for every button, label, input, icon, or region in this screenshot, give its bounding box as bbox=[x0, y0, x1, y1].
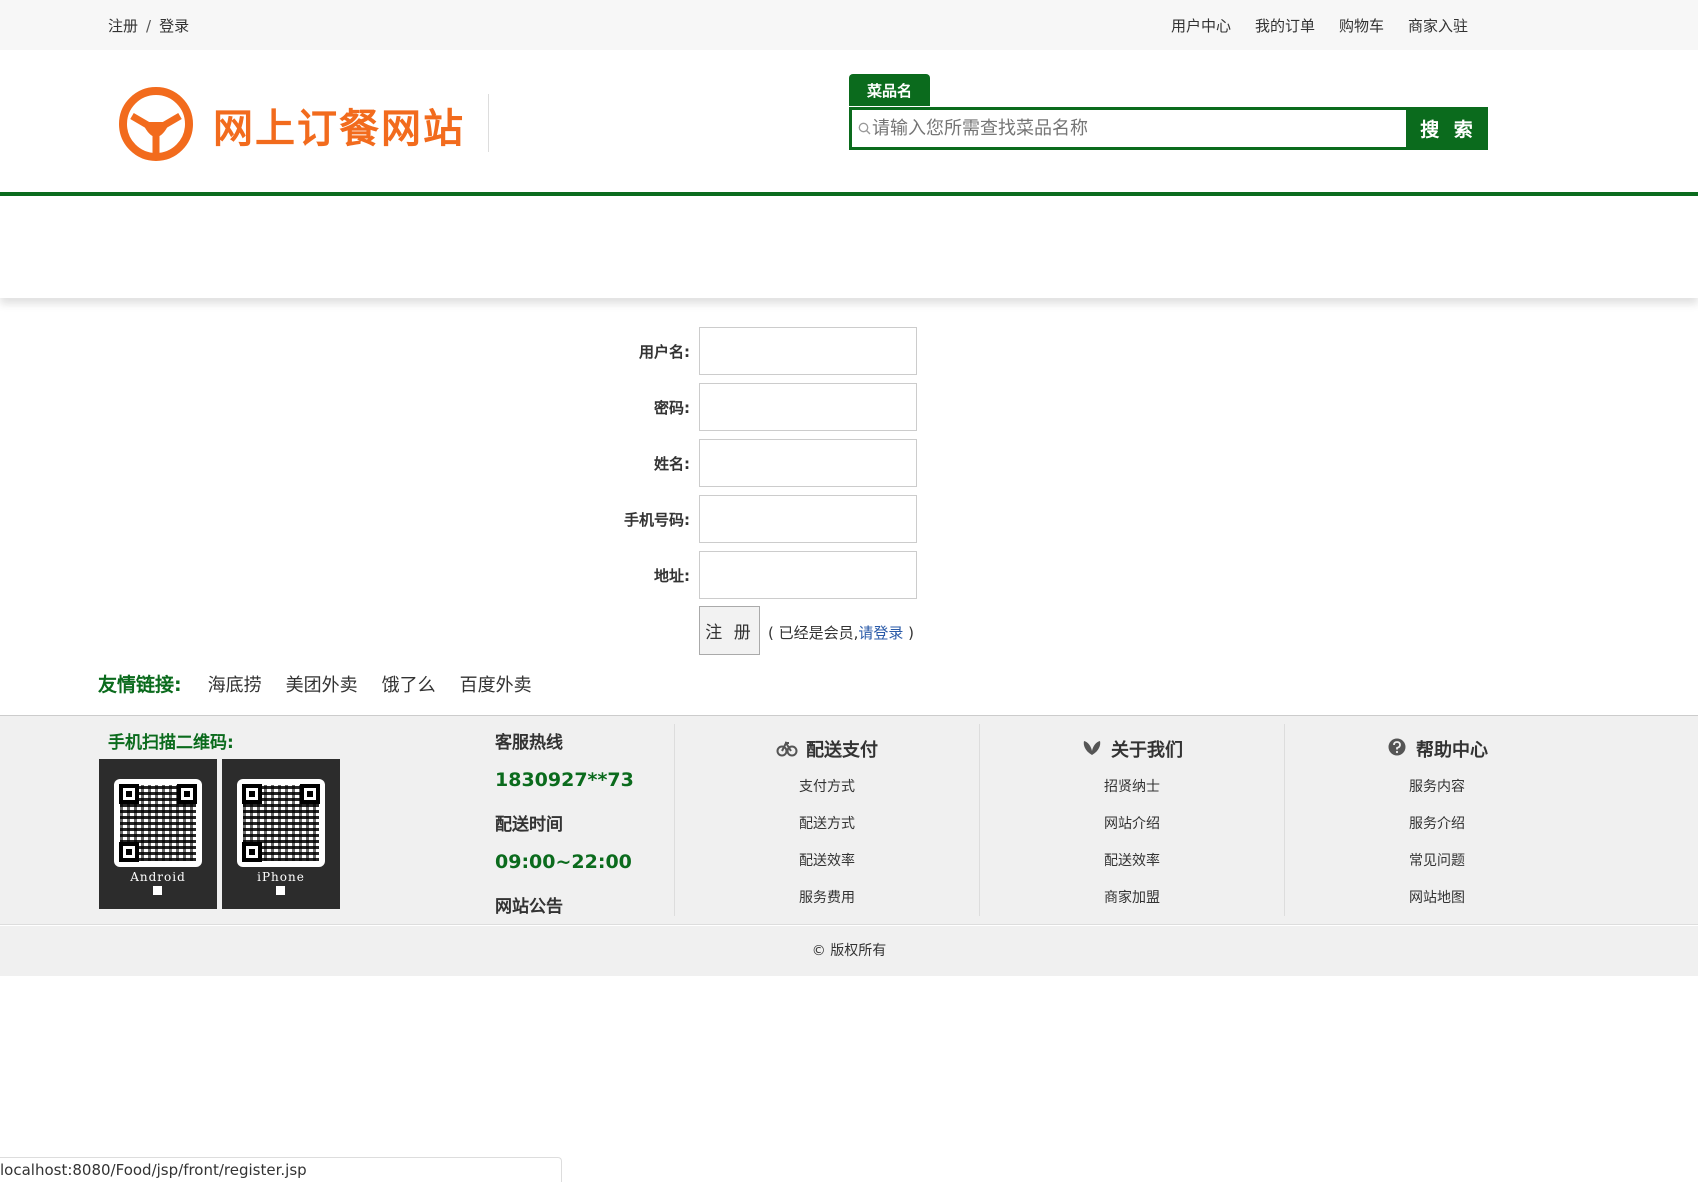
login-hint-suffix: ) bbox=[903, 624, 915, 642]
form-row-phone: 手机号码: bbox=[600, 495, 920, 543]
qr-android: Android bbox=[99, 759, 217, 909]
banner-area bbox=[0, 200, 1698, 298]
login-link[interactable]: 登录 bbox=[159, 17, 189, 35]
footer-link-faq[interactable]: 常见问题 bbox=[1285, 850, 1589, 887]
nav-user-center[interactable]: 用户中心 bbox=[1171, 15, 1231, 36]
address-input[interactable] bbox=[699, 551, 917, 599]
address-label: 地址: bbox=[654, 567, 690, 585]
password-label: 密码: bbox=[654, 399, 690, 417]
qr-android-label: Android bbox=[130, 870, 186, 884]
footer-link-payment-method[interactable]: 支付方式 bbox=[675, 776, 979, 813]
bike-icon bbox=[776, 740, 798, 757]
footer-link-service-content[interactable]: 服务内容 bbox=[1285, 776, 1589, 813]
nav-cart[interactable]: 购物车 bbox=[1339, 15, 1384, 36]
site-logo-icon[interactable] bbox=[118, 86, 194, 162]
search-tab-dish-name[interactable]: 菜品名 bbox=[849, 74, 930, 106]
header-divider bbox=[488, 94, 489, 152]
form-row-address: 地址: bbox=[600, 551, 920, 599]
qr-iphone: iPhone bbox=[222, 759, 340, 909]
footer-col-about-us-title: 关于我们 bbox=[1111, 740, 1183, 761]
password-input[interactable] bbox=[699, 383, 917, 431]
delivery-time-title: 配送时间 bbox=[495, 815, 563, 835]
qr-iphone-marker bbox=[276, 886, 285, 895]
phone-input[interactable] bbox=[699, 495, 917, 543]
friend-link-eleme[interactable]: 饿了么 bbox=[382, 671, 436, 697]
footer-col-about-us: 关于我们 招贤纳士 网站介绍 配送效率 商家加盟 bbox=[979, 724, 1284, 916]
footer-col-help-center: 帮助中心 服务内容 服务介绍 常见问题 网站地图 bbox=[1284, 724, 1589, 916]
footer-link-site-intro[interactable]: 网站介绍 bbox=[980, 813, 1284, 850]
name-label: 姓名: bbox=[654, 455, 690, 473]
qr-android-marker bbox=[153, 886, 162, 895]
top-bar: 注册 / 登录 用户中心 我的订单 购物车 商家入驻 bbox=[0, 0, 1698, 50]
footer-link-sitemap[interactable]: 网站地图 bbox=[1285, 887, 1589, 924]
contact-info: 客服热线 1830927**73 配送时间 09:00~22:00 网站公告 bbox=[495, 728, 634, 917]
footer-col-help-center-title: 帮助中心 bbox=[1416, 740, 1488, 761]
footer: 手机扫描二维码: Android iPhone 客服热线 1830927**73… bbox=[0, 715, 1698, 925]
footer-link-service-intro[interactable]: 服务介绍 bbox=[1285, 813, 1589, 850]
qr-title: 手机扫描二维码: bbox=[108, 733, 234, 753]
friend-links-title: 友情链接: bbox=[98, 674, 182, 696]
search-button[interactable]: 搜 索 bbox=[1409, 107, 1488, 150]
username-label: 用户名: bbox=[639, 343, 690, 361]
leaf-icon bbox=[1083, 741, 1101, 755]
login-hint-link[interactable]: 请登录 bbox=[858, 624, 903, 642]
site-name[interactable]: 网上订餐网站 bbox=[213, 96, 465, 154]
name-input[interactable] bbox=[699, 439, 917, 487]
hotline-title: 客服热线 bbox=[495, 733, 563, 753]
friend-link-haidilao[interactable]: 海底捞 bbox=[208, 671, 262, 697]
delivery-time: 09:00~22:00 bbox=[495, 851, 632, 873]
login-hint-prefix: ( 已经是会员, bbox=[768, 624, 859, 642]
auth-links: 注册 / 登录 bbox=[108, 15, 189, 36]
friend-link-baidu[interactable]: 百度外卖 bbox=[460, 671, 532, 697]
qr-android-code bbox=[114, 779, 202, 867]
footer-link-delivery-method[interactable]: 配送方式 bbox=[675, 813, 979, 850]
footer-link-careers[interactable]: 招贤纳士 bbox=[980, 776, 1284, 813]
qr-iphone-code bbox=[237, 779, 325, 867]
search-box bbox=[849, 107, 1409, 150]
login-hint: ( 已经是会员,请登录 ) bbox=[768, 622, 914, 643]
header: 网上订餐网站 菜品名 搜 索 bbox=[0, 50, 1698, 196]
copyright: © 版权所有 bbox=[0, 926, 1698, 976]
notice-title[interactable]: 网站公告 bbox=[495, 892, 634, 917]
auth-separator: / bbox=[146, 17, 152, 35]
footer-link-service-fee[interactable]: 服务费用 bbox=[675, 887, 979, 924]
nav-merchant-join[interactable]: 商家入驻 bbox=[1408, 15, 1468, 36]
form-row-username: 用户名: bbox=[600, 327, 920, 375]
footer-link-delivery-efficiency[interactable]: 配送效率 bbox=[675, 850, 979, 887]
form-row-password: 密码: bbox=[600, 383, 920, 431]
footer-link-delivery-efficiency-2[interactable]: 配送效率 bbox=[980, 850, 1284, 887]
top-nav: 用户中心 我的订单 购物车 商家入驻 bbox=[1171, 15, 1468, 36]
search-icon bbox=[858, 122, 871, 135]
phone-label: 手机号码: bbox=[624, 511, 690, 529]
footer-col-delivery-payment: 配送支付 支付方式 配送方式 配送效率 服务费用 bbox=[674, 724, 979, 916]
form-row-name: 姓名: bbox=[600, 439, 920, 487]
username-input[interactable] bbox=[699, 327, 917, 375]
register-submit-button[interactable]: 注 册 bbox=[699, 606, 760, 655]
friend-link-meituan[interactable]: 美团外卖 bbox=[286, 671, 358, 697]
friend-links: 友情链接: 海底捞 美团外卖 饿了么 百度外卖 bbox=[98, 670, 532, 697]
search-input[interactable] bbox=[872, 112, 1392, 145]
browser-status-bar: localhost:8080/Food/jsp/front/register.j… bbox=[0, 1157, 562, 1182]
footer-col-delivery-payment-title: 配送支付 bbox=[806, 740, 878, 761]
footer-link-merchant-franchise[interactable]: 商家加盟 bbox=[980, 887, 1284, 924]
register-link[interactable]: 注册 bbox=[108, 17, 138, 35]
help-icon bbox=[1388, 738, 1406, 756]
nav-my-orders[interactable]: 我的订单 bbox=[1255, 15, 1315, 36]
hotline-number: 1830927**73 bbox=[495, 769, 634, 791]
qr-iphone-label: iPhone bbox=[257, 870, 305, 884]
